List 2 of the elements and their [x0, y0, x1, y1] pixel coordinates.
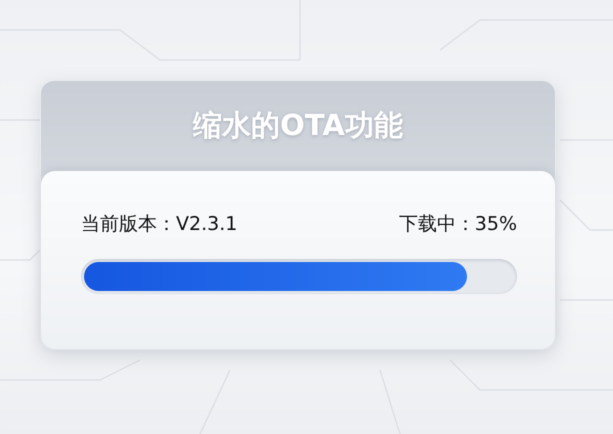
version-label: 当前版本：V2.3.1: [81, 212, 238, 237]
download-status: 下载中：35%: [398, 212, 517, 237]
